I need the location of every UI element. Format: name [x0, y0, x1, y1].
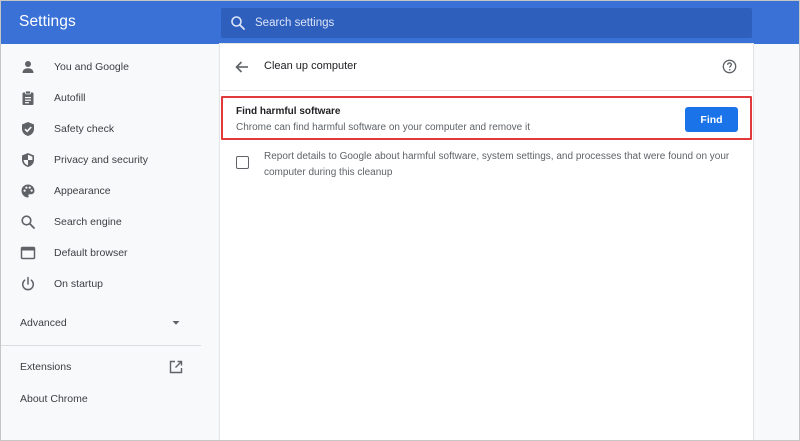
- cleanup-card: Clean up computer Find harmful software …: [220, 44, 753, 440]
- search-icon: [231, 16, 245, 30]
- open-in-new-icon: [169, 360, 183, 374]
- app-title: Settings: [19, 13, 76, 30]
- sidebar-item-label: Autofill: [54, 91, 86, 104]
- report-details-text: Report details to Google about harmful s…: [264, 151, 730, 178]
- search-box[interactable]: [221, 8, 752, 38]
- sidebar-item-label: Default browser: [54, 246, 128, 259]
- clipboard-icon: [22, 90, 34, 105]
- top-bar: Settings: [1, 1, 799, 44]
- header-divider: [220, 90, 753, 91]
- find-description: Chrome can find harmful software on your…: [236, 122, 531, 133]
- browser-icon: [20, 246, 36, 259]
- sidebar-item-on-startup[interactable]: On startup: [1, 268, 201, 299]
- power-icon: [22, 276, 34, 290]
- report-details-checkbox[interactable]: [236, 156, 249, 169]
- sidebar-item-appearance[interactable]: Appearance: [1, 175, 201, 206]
- report-details-row: Report details to Google about harmful s…: [220, 145, 753, 185]
- card-header: Clean up computer: [220, 44, 753, 90]
- sidebar-item-about-chrome[interactable]: About Chrome: [1, 385, 201, 413]
- sidebar-item-autofill[interactable]: Autofill: [1, 82, 201, 113]
- sidebar-item-search-engine[interactable]: Search engine: [1, 206, 201, 237]
- sidebar-item-label: Appearance: [54, 184, 111, 197]
- search-input[interactable]: [255, 8, 735, 38]
- help-icon[interactable]: [722, 59, 737, 74]
- search-icon: [21, 214, 35, 229]
- shield-icon: [22, 152, 34, 167]
- sidebar-item-you-and-google[interactable]: You and Google: [1, 51, 201, 82]
- settings-window: Settings You and Google: [0, 0, 800, 441]
- sidebar-item-safety-check[interactable]: Safety check: [1, 113, 201, 144]
- sidebar: You and Google Autofill Safety check Pri…: [1, 44, 201, 440]
- sidebar-item-extensions[interactable]: Extensions: [1, 353, 201, 381]
- back-arrow-icon[interactable]: [235, 60, 249, 74]
- shield-check-icon: [22, 121, 34, 136]
- sidebar-item-label: Privacy and security: [54, 153, 148, 166]
- about-chrome-label: About Chrome: [20, 393, 88, 405]
- find-title: Find harmful software: [236, 106, 341, 117]
- sidebar-item-label: On startup: [54, 277, 104, 290]
- palette-icon: [21, 184, 35, 197]
- sidebar-item-label: You and Google: [54, 60, 129, 73]
- sidebar-item-label: Search engine: [54, 215, 122, 228]
- chevron-down-icon: [172, 321, 180, 325]
- sidebar-divider: [1, 345, 201, 346]
- extensions-label: Extensions: [20, 361, 72, 373]
- sidebar-advanced-toggle[interactable]: Advanced: [1, 308, 201, 338]
- find-harmful-software-row: Find harmful software Chrome can find ha…: [221, 96, 752, 140]
- page-title: Clean up computer: [264, 60, 357, 72]
- sidebar-item-privacy-and-security[interactable]: Privacy and security: [1, 144, 201, 175]
- find-button[interactable]: Find: [685, 107, 738, 132]
- sidebar-item-label: Safety check: [54, 122, 115, 135]
- advanced-label: Advanced: [20, 317, 67, 329]
- person-icon: [22, 60, 34, 73]
- sidebar-item-default-browser[interactable]: Default browser: [1, 237, 201, 268]
